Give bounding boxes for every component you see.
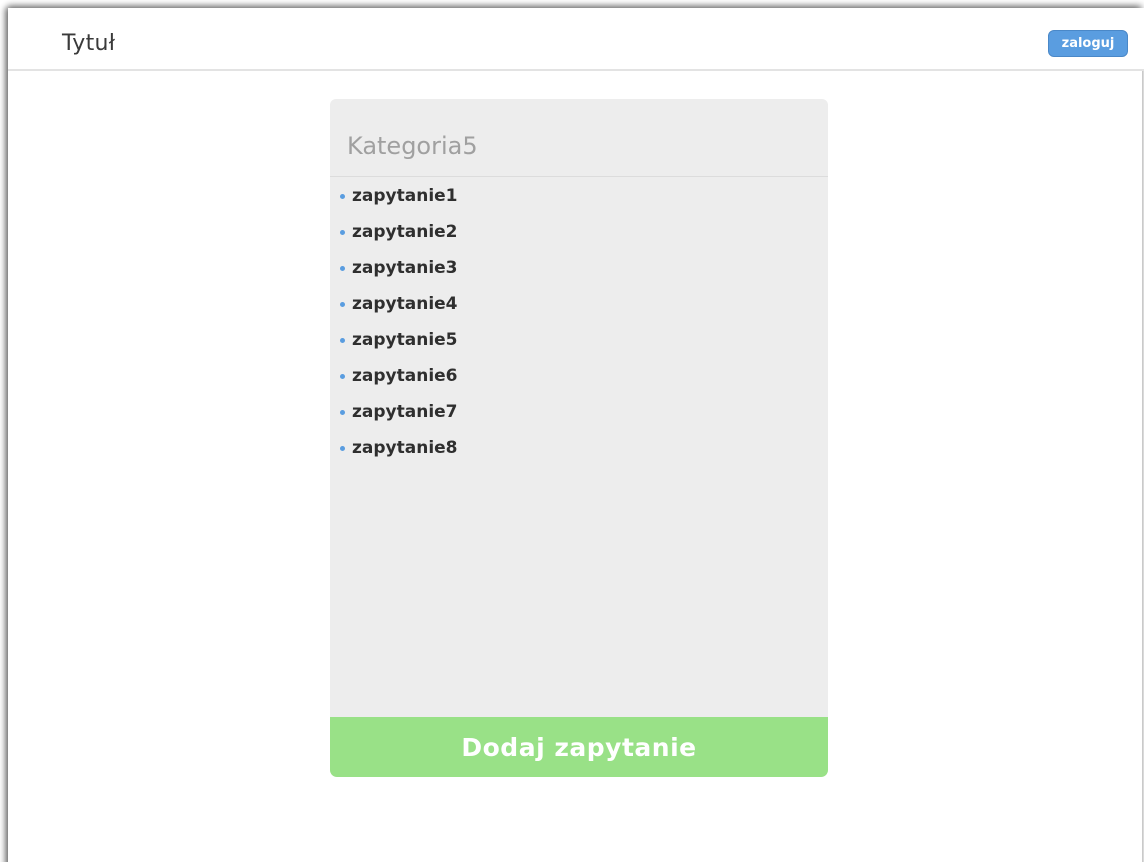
- query-item[interactable]: zapytanie6: [330, 364, 828, 400]
- category-title: Kategoria5: [330, 99, 828, 177]
- query-item[interactable]: zapytanie4: [330, 292, 828, 328]
- query-label: zapytanie8: [352, 438, 458, 458]
- bullet-icon: [340, 374, 345, 379]
- query-item[interactable]: zapytanie1: [330, 184, 828, 220]
- bullet-icon: [340, 338, 345, 343]
- query-label: zapytanie6: [352, 366, 458, 386]
- query-label: zapytanie7: [352, 402, 458, 422]
- query-label: zapytanie2: [352, 222, 458, 242]
- page-title: Tytuł: [62, 31, 116, 56]
- query-label: zapytanie3: [352, 258, 458, 278]
- query-item[interactable]: zapytanie5: [330, 328, 828, 364]
- bullet-icon: [340, 266, 345, 271]
- query-label: zapytanie5: [352, 330, 458, 350]
- query-item[interactable]: zapytanie3: [330, 256, 828, 292]
- bullet-icon: [340, 302, 345, 307]
- query-item[interactable]: zapytanie2: [330, 220, 828, 256]
- top-bar: Tytuł zaloguj: [8, 8, 1144, 71]
- query-label: zapytanie1: [352, 186, 458, 206]
- query-item[interactable]: zapytanie7: [330, 400, 828, 436]
- add-query-button[interactable]: Dodaj zapytanie: [330, 717, 828, 777]
- bullet-icon: [340, 446, 345, 451]
- query-item[interactable]: zapytanie8: [330, 436, 828, 472]
- query-label: zapytanie4: [352, 294, 458, 314]
- login-button[interactable]: zaloguj: [1048, 30, 1128, 57]
- page: Tytuł zaloguj Kategoria5 zapytanie1 zapy…: [0, 0, 1144, 862]
- category-panel: Kategoria5 zapytanie1 zapytanie2 zapytan…: [330, 99, 828, 719]
- bullet-icon: [340, 194, 345, 199]
- query-list: zapytanie1 zapytanie2 zapytanie3 zapytan…: [330, 177, 828, 472]
- bullet-icon: [340, 230, 345, 235]
- bullet-icon: [340, 410, 345, 415]
